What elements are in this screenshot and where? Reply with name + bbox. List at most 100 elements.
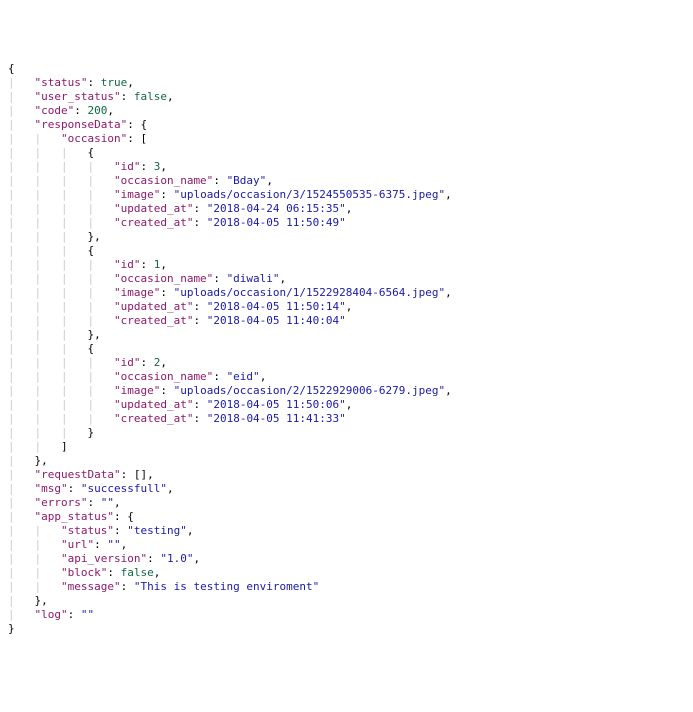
code-line: | | | | "updated_at": "2018-04-24 06:15:… xyxy=(8,202,685,216)
token-str: "Bday" xyxy=(227,174,267,187)
token-punc: }, xyxy=(87,328,100,341)
token-punc: : xyxy=(193,314,206,327)
indent-guide: | | | xyxy=(8,146,87,159)
token-punc: , xyxy=(114,496,121,509)
token-punc: : xyxy=(213,272,226,285)
token-key: "errors" xyxy=(35,496,88,509)
code-line: | }, xyxy=(8,454,685,468)
token-punc: : xyxy=(193,398,206,411)
token-punc: : xyxy=(87,496,100,509)
code-line: | "status": true, xyxy=(8,76,685,90)
token-punc: : xyxy=(147,552,160,565)
token-key: "updated_at" xyxy=(114,300,193,313)
indent-guide: | xyxy=(8,482,35,495)
indent-guide: | | xyxy=(8,580,61,593)
token-str: "" xyxy=(107,538,120,551)
token-key: "image" xyxy=(114,384,160,397)
token-punc: : xyxy=(74,104,87,117)
token-bool: false xyxy=(134,90,167,103)
indent-guide: | xyxy=(8,76,35,89)
token-punc: }, xyxy=(87,230,100,243)
token-key: "api_version" xyxy=(61,552,147,565)
token-key: "message" xyxy=(61,580,121,593)
token-key: "image" xyxy=(114,188,160,201)
token-punc: : xyxy=(94,538,107,551)
token-punc: , xyxy=(193,552,200,565)
code-line: | | | | "id": 1, xyxy=(8,258,685,272)
token-punc: : [], xyxy=(121,468,154,481)
token-punc: , xyxy=(280,272,287,285)
token-str: "2018-04-05 11:50:49" xyxy=(207,216,346,229)
token-key: "responseData" xyxy=(35,118,128,131)
token-str: "1.0" xyxy=(160,552,193,565)
token-str: "This is testing enviroment" xyxy=(134,580,319,593)
token-punc: : [ xyxy=(127,132,147,145)
indent-guide: | | | xyxy=(8,328,87,341)
token-key: "updated_at" xyxy=(114,398,193,411)
token-key: "msg" xyxy=(35,482,68,495)
code-line: | "errors": "", xyxy=(8,496,685,510)
indent-guide: | | | | xyxy=(8,398,114,411)
code-line: | | | | "created_at": "2018-04-05 11:40:… xyxy=(8,314,685,328)
code-line: | | | }, xyxy=(8,230,685,244)
token-str: "uploads/occasion/1/1522928404-6564.jpeg… xyxy=(174,286,446,299)
code-line: | }, xyxy=(8,594,685,608)
indent-guide: | | | | xyxy=(8,174,114,187)
code-line: | "app_status": { xyxy=(8,510,685,524)
token-key: "requestData" xyxy=(35,468,121,481)
token-key: "created_at" xyxy=(114,216,193,229)
token-punc: , xyxy=(154,566,161,579)
token-key: "occasion_name" xyxy=(114,370,213,383)
indent-guide: | | | | xyxy=(8,188,114,201)
token-key: "status" xyxy=(35,76,88,89)
indent-guide: | | | xyxy=(8,230,87,243)
code-line: { xyxy=(8,62,685,76)
code-line: | "msg": "successfull", xyxy=(8,482,685,496)
json-code-block: { | "status": true, | "user_status": fal… xyxy=(8,62,685,636)
token-punc: , xyxy=(346,300,353,313)
indent-guide: | | xyxy=(8,132,61,145)
code-line: | | | | "updated_at": "2018-04-05 11:50:… xyxy=(8,300,685,314)
token-bool: true xyxy=(101,76,128,89)
token-punc: : xyxy=(213,370,226,383)
token-punc: { xyxy=(87,146,94,159)
code-line: | "log": "" xyxy=(8,608,685,622)
indent-guide: | | | | xyxy=(8,216,114,229)
token-punc: : xyxy=(140,356,153,369)
indent-guide: | xyxy=(8,90,35,103)
code-line: | | | { xyxy=(8,342,685,356)
token-key: "app_status" xyxy=(35,510,114,523)
token-key: "created_at" xyxy=(114,314,193,327)
indent-guide: | | xyxy=(8,524,61,537)
token-punc: : xyxy=(68,608,81,621)
token-punc: : xyxy=(140,160,153,173)
indent-guide: | | | xyxy=(8,426,87,439)
code-line: | | | | "image": "uploads/occasion/3/152… xyxy=(8,188,685,202)
token-punc: : xyxy=(193,412,206,425)
token-punc: : xyxy=(87,76,100,89)
indent-guide: | | | xyxy=(8,244,87,257)
token-punc: ] xyxy=(61,440,68,453)
token-key: "log" xyxy=(35,608,68,621)
token-punc: : xyxy=(140,258,153,271)
token-key: "code" xyxy=(35,104,75,117)
indent-guide: | | | | xyxy=(8,160,114,173)
token-punc: , xyxy=(266,174,273,187)
token-key: "id" xyxy=(114,160,141,173)
token-str: "uploads/occasion/2/1522929006-6279.jpeg… xyxy=(174,384,446,397)
token-str: "2018-04-05 11:41:33" xyxy=(207,412,346,425)
token-key: "id" xyxy=(114,258,141,271)
code-line: | | "url": "", xyxy=(8,538,685,552)
code-line: | | | } xyxy=(8,426,685,440)
token-key: "user_status" xyxy=(35,90,121,103)
token-punc: , xyxy=(167,482,174,495)
token-punc: , xyxy=(445,188,452,201)
token-punc: , xyxy=(260,370,267,383)
indent-guide: | xyxy=(8,454,35,467)
indent-guide: | xyxy=(8,468,35,481)
code-line: | | "occasion": [ xyxy=(8,132,685,146)
token-str: "" xyxy=(81,608,94,621)
token-punc: , xyxy=(127,76,134,89)
token-punc: : { xyxy=(114,510,134,523)
indent-guide: | | | | xyxy=(8,412,114,425)
